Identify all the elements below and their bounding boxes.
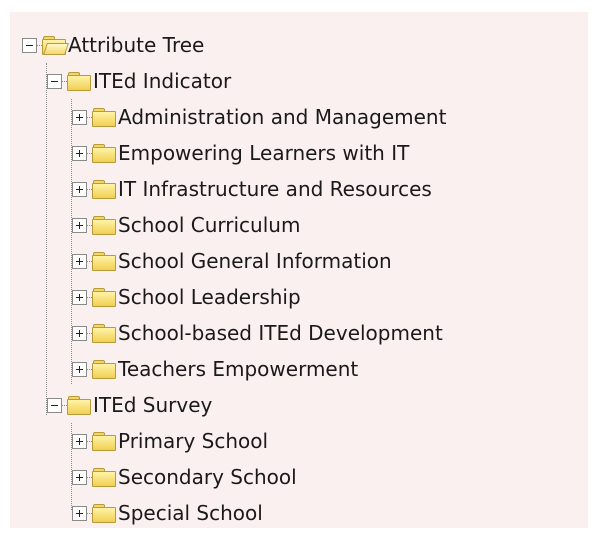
tree-node-ited-survey[interactable]: ITEd Survey (47, 387, 212, 423)
tree-node-label[interactable]: Teachers Empowerment (118, 357, 358, 381)
folder-icon (92, 503, 116, 523)
tree-node-primary-school[interactable]: Primary School (72, 423, 268, 459)
tree-node-school-curriculum[interactable]: School Curriculum (72, 207, 300, 243)
tree-node-school-general-information[interactable]: School General Information (72, 243, 392, 279)
expand-toggle-icon[interactable] (72, 145, 87, 161)
expand-toggle-icon[interactable] (72, 181, 87, 197)
tree-node-label[interactable]: School Leadership (118, 285, 301, 309)
tree-node-label[interactable]: Special School (118, 501, 263, 525)
folder-icon (92, 143, 116, 163)
tree-node-ited-indicator[interactable]: ITEd Indicator (47, 63, 231, 99)
expand-toggle-icon[interactable] (72, 289, 87, 305)
tree-node-it-infrastructure-and-resources[interactable]: IT Infrastructure and Resources (72, 171, 432, 207)
expand-toggle-icon[interactable] (72, 109, 87, 125)
tree-node-attribute-tree[interactable]: Attribute Tree (22, 27, 204, 63)
tree-node-school-based-ited-development[interactable]: School-based ITEd Development (72, 315, 443, 351)
folder-icon (92, 287, 116, 307)
tree-node-label[interactable]: School Curriculum (118, 213, 300, 237)
folder-icon (92, 359, 116, 379)
tree-node-label[interactable]: ITEd Survey (93, 393, 212, 417)
tree-node-school-leadership[interactable]: School Leadership (72, 279, 301, 315)
tree-node-label[interactable]: School General Information (118, 249, 392, 273)
folder-icon (67, 71, 91, 91)
tree-node-label[interactable]: Secondary School (118, 465, 297, 489)
folder-icon (92, 107, 116, 127)
expand-toggle-icon[interactable] (72, 505, 87, 521)
folder-icon (92, 215, 116, 235)
tree-node-secondary-school[interactable]: Secondary School (72, 459, 297, 495)
expand-toggle-icon[interactable] (72, 433, 87, 449)
tree-node-teachers-empowerment[interactable]: Teachers Empowerment (72, 351, 358, 387)
expand-toggle-icon[interactable] (72, 217, 87, 233)
collapse-toggle-icon[interactable] (47, 73, 62, 89)
tree-node-label[interactable]: IT Infrastructure and Resources (118, 177, 432, 201)
tree-node-label[interactable]: Administration and Management (118, 105, 446, 129)
collapse-toggle-icon[interactable] (22, 37, 37, 53)
tree-node-special-school[interactable]: Special School (72, 495, 263, 531)
folder-icon (92, 431, 116, 451)
expand-toggle-icon[interactable] (72, 253, 87, 269)
tree-node-empowering-learners-with-it[interactable]: Empowering Learners with IT (72, 135, 409, 171)
folder-icon (92, 179, 116, 199)
open-folder-icon (42, 35, 69, 55)
tree-node-label[interactable]: School-based ITEd Development (118, 321, 443, 345)
tree-node-label[interactable]: Primary School (118, 429, 268, 453)
tree-node-label[interactable]: ITEd Indicator (93, 69, 231, 93)
tree-node-administration-and-management[interactable]: Administration and Management (72, 99, 446, 135)
tree-node-label[interactable]: Attribute Tree (68, 33, 204, 57)
expand-toggle-icon[interactable] (72, 469, 87, 485)
tree-connector-line (46, 63, 47, 415)
tree-node-label[interactable]: Empowering Learners with IT (118, 141, 409, 165)
collapse-toggle-icon[interactable] (47, 397, 62, 413)
expand-toggle-icon[interactable] (72, 361, 87, 377)
folder-icon (92, 467, 116, 487)
folder-icon (67, 395, 91, 415)
expand-toggle-icon[interactable] (72, 325, 87, 341)
folder-icon (92, 251, 116, 271)
folder-icon (92, 323, 116, 343)
attribute-tree-panel: Attribute Tree ITEd Indicator Administra… (10, 12, 588, 528)
